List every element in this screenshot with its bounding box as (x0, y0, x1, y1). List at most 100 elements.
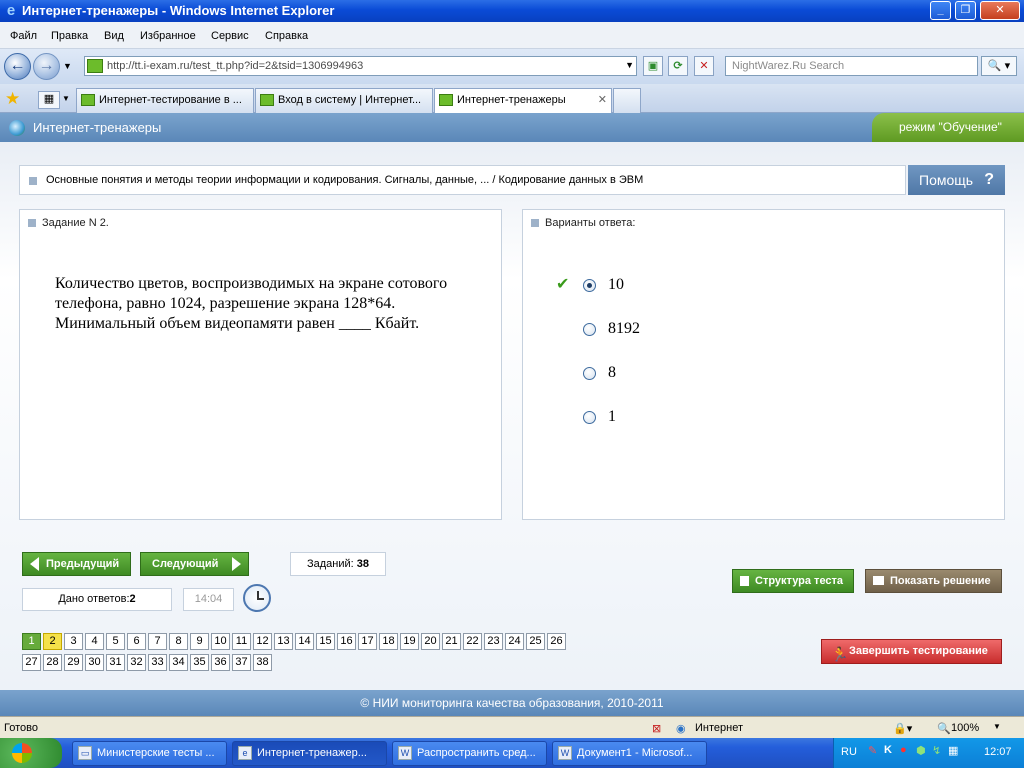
page-number-5[interactable]: 5 (106, 633, 125, 650)
history-dropdown-icon[interactable]: ▼ (63, 61, 72, 71)
address-input[interactable]: http://tt.i-exam.ru/test_tt.php?id=2&tsi… (84, 56, 637, 76)
taskbar-item[interactable]: W Распространить сред... (392, 741, 547, 766)
menu-favorites[interactable]: Избранное (140, 30, 196, 42)
close-button[interactable]: ✕ (980, 1, 1020, 20)
menu-help[interactable]: Справка (265, 30, 308, 42)
protected-mode-icon[interactable]: 🔒▾ (893, 722, 912, 735)
menu-edit[interactable]: Правка (51, 30, 88, 42)
new-tab-button[interactable] (613, 88, 641, 113)
stop-button[interactable]: ✕ (694, 56, 714, 76)
menu-view[interactable]: Вид (104, 30, 124, 42)
refresh-button[interactable]: ⟳ (668, 56, 688, 76)
quick-tabs-icon[interactable]: ▦ (38, 91, 60, 109)
page-number-34[interactable]: 34 (169, 654, 188, 671)
maximize-button[interactable]: ❐ (955, 1, 976, 20)
page-number-10[interactable]: 10 (211, 633, 230, 650)
page-number-14[interactable]: 14 (295, 633, 314, 650)
show-solution-button[interactable]: Показать решение (865, 569, 1002, 593)
page-number-3[interactable]: 3 (64, 633, 83, 650)
tray-network-icon[interactable]: ▦ (948, 744, 958, 757)
menu-tools[interactable]: Сервис (211, 30, 249, 42)
tab-trainers[interactable]: Интернет-тренажеры ✕ (434, 88, 612, 113)
taskbar-item[interactable]: W Документ1 - Microsof... (552, 741, 707, 766)
page-number-37[interactable]: 37 (232, 654, 251, 671)
tab-label: Интернет-тестирование в ... (99, 94, 242, 106)
page-number-27[interactable]: 27 (22, 654, 41, 671)
page-number-1[interactable]: 1 (22, 633, 41, 650)
page-number-4[interactable]: 4 (85, 633, 104, 650)
page-number-13[interactable]: 13 (274, 633, 293, 650)
zoom-level[interactable]: 100% (951, 722, 979, 734)
page-number-31[interactable]: 31 (106, 654, 125, 671)
page-number-11[interactable]: 11 (232, 633, 251, 650)
question-text: Количество цветов, воспроизводимых на эк… (55, 275, 448, 332)
square-bullet-icon (29, 177, 37, 185)
answer-radio[interactable] (583, 367, 596, 380)
page-number-32[interactable]: 32 (127, 654, 146, 671)
page-number-18[interactable]: 18 (379, 633, 398, 650)
address-toolbar: ← → ▼ http://tt.i-exam.ru/test_tt.php?id… (0, 49, 1024, 84)
square-bullet-icon (28, 219, 36, 228)
menu-file[interactable]: Файл (10, 30, 37, 42)
taskbar-item-active[interactable]: e Интернет-тренажер... (232, 741, 387, 766)
page-number-36[interactable]: 36 (211, 654, 230, 671)
page-number-25[interactable]: 25 (526, 633, 545, 650)
page-number-33[interactable]: 33 (148, 654, 167, 671)
favorites-star-icon[interactable]: ★ (5, 89, 20, 109)
tab-close-icon[interactable]: ✕ (598, 89, 607, 111)
antivirus-icon[interactable]: K (884, 744, 892, 756)
page-number-30[interactable]: 30 (85, 654, 104, 671)
finish-test-button[interactable]: 🏃 Завершить тестирование (821, 639, 1002, 664)
start-button[interactable] (0, 738, 62, 768)
page-number-21[interactable]: 21 (442, 633, 461, 650)
tab-testing[interactable]: Интернет-тестирование в ... (76, 88, 254, 113)
answer-value: 8 (608, 364, 616, 381)
page-number-23[interactable]: 23 (484, 633, 503, 650)
answered-label: Дано ответов: (58, 593, 130, 605)
page-number-35[interactable]: 35 (190, 654, 209, 671)
compatibility-view-icon[interactable]: ▣ (643, 56, 663, 76)
page-number-38[interactable]: 38 (253, 654, 272, 671)
page-number-20[interactable]: 20 (421, 633, 440, 650)
page-number-26[interactable]: 26 (547, 633, 566, 650)
tray-app-icon[interactable]: ✎ (868, 744, 877, 757)
language-indicator[interactable]: RU (841, 746, 857, 758)
page-number-9[interactable]: 9 (190, 633, 209, 650)
tab-list-dropdown-icon[interactable]: ▼ (62, 94, 70, 103)
search-input[interactable]: NightWarez.Ru Search (725, 56, 978, 76)
page-number-8[interactable]: 8 (169, 633, 188, 650)
next-button[interactable]: Следующий (140, 552, 249, 576)
page-number-6[interactable]: 6 (127, 633, 146, 650)
page-number-16[interactable]: 16 (337, 633, 356, 650)
page-number-7[interactable]: 7 (148, 633, 167, 650)
page-number-2[interactable]: 2 (43, 633, 62, 650)
help-button[interactable]: Помощь ? (908, 165, 1005, 195)
page-number-29[interactable]: 29 (64, 654, 83, 671)
taskbar-item[interactable]: ▭ Министерские тесты ... (72, 741, 227, 766)
forward-button[interactable]: → (33, 53, 60, 80)
tray-sync-icon[interactable]: ↯ (932, 744, 941, 757)
minimize-button[interactable]: _ (930, 1, 951, 20)
tray-record-icon[interactable]: ● (900, 744, 907, 756)
previous-button[interactable]: Предыдущий (22, 552, 131, 576)
page-number-17[interactable]: 17 (358, 633, 377, 650)
search-button[interactable]: 🔍 ▾ (981, 56, 1017, 76)
back-button[interactable]: ← (4, 53, 31, 80)
page-number-22[interactable]: 22 (463, 633, 482, 650)
page-number-24[interactable]: 24 (505, 633, 524, 650)
answer-radio-selected[interactable] (583, 279, 596, 292)
page-number-28[interactable]: 28 (43, 654, 62, 671)
square-bullet-icon (531, 219, 539, 228)
answer-radio[interactable] (583, 411, 596, 424)
answer-radio[interactable] (583, 323, 596, 336)
page-number-19[interactable]: 19 (400, 633, 419, 650)
test-structure-button[interactable]: Структура теста (732, 569, 854, 593)
zoom-dropdown-icon[interactable]: ▼ (993, 722, 1001, 731)
blocked-icon[interactable]: ⊠ (652, 722, 661, 735)
tray-shield-icon[interactable]: ⬢ (916, 744, 926, 757)
page-number-15[interactable]: 15 (316, 633, 335, 650)
tab-login[interactable]: Вход в систему | Интернет... (255, 88, 433, 113)
word-icon: W (398, 746, 412, 760)
page-number-12[interactable]: 12 (253, 633, 272, 650)
address-dropdown-icon[interactable]: ▼ (625, 60, 634, 70)
